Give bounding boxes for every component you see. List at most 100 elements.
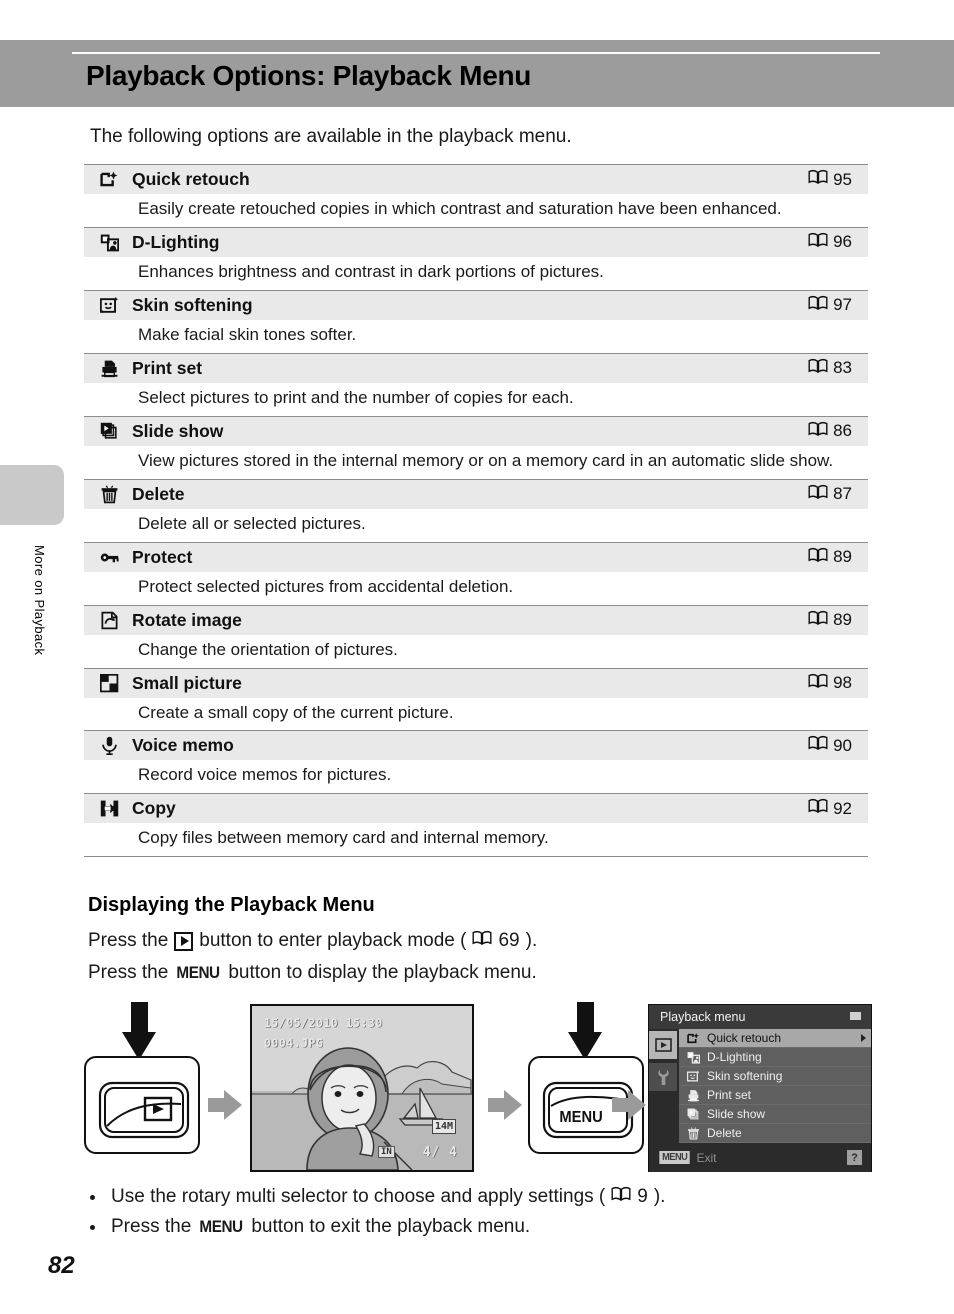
menu-screen-item[interactable]: Delete	[679, 1124, 871, 1143]
press-playback-close: ).	[525, 930, 538, 951]
section-heading: Displaying the Playback Menu	[88, 894, 375, 916]
menu-screen-item[interactable]: Skin softening	[679, 1067, 871, 1086]
delete-icon	[92, 485, 126, 504]
menu-exit-label: Exit	[696, 1150, 717, 1165]
playback-menu-screen[interactable]: Playback menu Quick retouch D-Lighting S…	[648, 1004, 872, 1172]
press-arrow-down-menu	[568, 1002, 602, 1060]
press-arrow-down-playback	[122, 1002, 156, 1060]
option-page-reference: 89	[808, 547, 860, 568]
option-name: Slide show	[132, 420, 224, 441]
option-page-reference: 86	[808, 421, 860, 442]
menu-screen-item[interactable]: Quick retouch	[679, 1029, 871, 1048]
lcd-filename-text: 0004.JPG	[264, 1036, 324, 1050]
option-page-number: 90	[833, 735, 852, 755]
option-row: Slide show 86	[84, 415, 868, 446]
rotate-image-icon	[92, 611, 126, 630]
page-title: Playback Options: Playback Menu	[86, 60, 532, 91]
option-row: Delete 87	[84, 478, 868, 509]
option-name: D-Lighting	[132, 231, 220, 252]
skin-softening-icon	[92, 296, 126, 315]
menu-screen-item-label: Quick retouch	[707, 1031, 782, 1045]
option-row: Copy 92	[84, 793, 868, 824]
option-row: Print set 83	[84, 352, 868, 383]
option-page-reference: 90	[808, 735, 860, 756]
book-icon	[808, 798, 828, 819]
option-row: Voice memo 90	[84, 730, 868, 761]
playback-button-icon	[174, 931, 194, 951]
menu-screen-item-label: Slide show	[707, 1107, 766, 1121]
page-number: 82	[48, 1252, 75, 1279]
book-icon	[472, 930, 492, 952]
intro-text: The following options are available in t…	[90, 126, 572, 147]
option-description: Change the orientation of pictures.	[84, 634, 868, 668]
menu-screen-item[interactable]: Print set	[679, 1086, 871, 1105]
option-page-number: 86	[833, 421, 852, 441]
menu-screen-item-label: Print set	[707, 1088, 752, 1102]
option-name: Quick retouch	[132, 169, 250, 189]
bullet-dot-icon	[90, 1194, 95, 1200]
bullet-item-2: Press the MENU button to exit the playba…	[90, 1216, 665, 1238]
option-page-number: 83	[833, 358, 852, 378]
help-icon[interactable]: ?	[847, 1150, 862, 1165]
option-name: Small picture	[132, 672, 242, 693]
bullet-list: Use the rotary multi selector to choose …	[90, 1186, 665, 1246]
skin-softening-icon	[685, 1070, 702, 1083]
manual-page: Playback Options: Playback Menu More on …	[0, 0, 954, 1314]
option-row: Skin softening 97	[84, 289, 868, 320]
option-name: Rotate image	[132, 609, 242, 630]
option-page-reference: 92	[808, 798, 860, 819]
option-row: Small picture 98	[84, 667, 868, 698]
option-page-number: 89	[833, 610, 852, 630]
option-description: Create a small copy of the current pictu…	[84, 697, 868, 731]
menu-screen-footer: MENU Exit ?	[649, 1143, 871, 1172]
menu-screen-item-label: D-Lighting	[707, 1050, 762, 1064]
bullet-2-after: button to exit the playback menu.	[251, 1216, 531, 1237]
bullet-item-1: Use the rotary multi selector to choose …	[90, 1186, 665, 1208]
option-name: Voice memo	[132, 735, 234, 756]
book-icon	[808, 673, 828, 694]
option-page-reference: 83	[808, 358, 860, 379]
chevron-right-icon	[861, 1034, 866, 1042]
bullet-1-ref-page: 9	[637, 1186, 648, 1207]
protect-icon	[92, 548, 126, 567]
press-menu-after: button to display the playback menu.	[228, 962, 537, 983]
menu-screen-item[interactable]: Slide show	[679, 1105, 871, 1124]
press-playback-ref-page: 69	[498, 930, 520, 951]
voice-memo-icon	[92, 736, 126, 756]
flow-arrow-1	[208, 1090, 242, 1120]
option-description: Select pictures to print and the number …	[84, 382, 868, 416]
bullet-1-after: ).	[653, 1186, 666, 1207]
option-description: Protect selected pictures from accidenta…	[84, 571, 868, 605]
copy-icon	[92, 799, 126, 818]
flow-arrow-2	[488, 1090, 522, 1120]
menu-screen-tabs	[649, 1029, 679, 1143]
lcd-image-size-badge: 14M	[431, 1119, 456, 1134]
option-page-reference: 95	[808, 169, 860, 190]
print-set-icon	[92, 359, 126, 378]
book-icon	[808, 169, 828, 190]
book-icon	[611, 1186, 631, 1208]
press-playback-after: button to enter playback mode (	[199, 930, 467, 951]
quick-retouch-icon	[92, 170, 126, 189]
menu-tab-playback[interactable]	[649, 1031, 677, 1059]
book-icon	[808, 547, 828, 568]
camera-playback-button[interactable]	[84, 1056, 200, 1154]
option-page-number: 95	[833, 169, 852, 189]
option-page-reference: 89	[808, 610, 860, 631]
playback-tab-icon	[654, 1038, 672, 1052]
option-page-number: 89	[833, 547, 852, 567]
menu-tab-setup[interactable]	[649, 1063, 677, 1091]
quick-retouch-icon	[685, 1032, 702, 1045]
option-page-reference: 96	[808, 232, 860, 253]
section-tab	[0, 465, 64, 525]
small-picture-icon	[92, 673, 126, 693]
menu-button-label: MENU	[176, 963, 221, 982]
option-page-reference: 98	[808, 673, 860, 694]
press-menu-line: Press the MENU button to display the pla…	[88, 962, 537, 984]
option-row: D-Lighting 96	[84, 226, 868, 257]
option-name: Delete	[132, 483, 185, 504]
flow-diagram: 15/05/2010 15:30 0004.JPG 14M IN 4/ 4 ME…	[84, 1000, 884, 1180]
option-page-reference: 87	[808, 484, 860, 505]
menu-screen-item[interactable]: D-Lighting	[679, 1048, 871, 1067]
bullet-2-menu-key: MENU	[199, 1217, 244, 1236]
